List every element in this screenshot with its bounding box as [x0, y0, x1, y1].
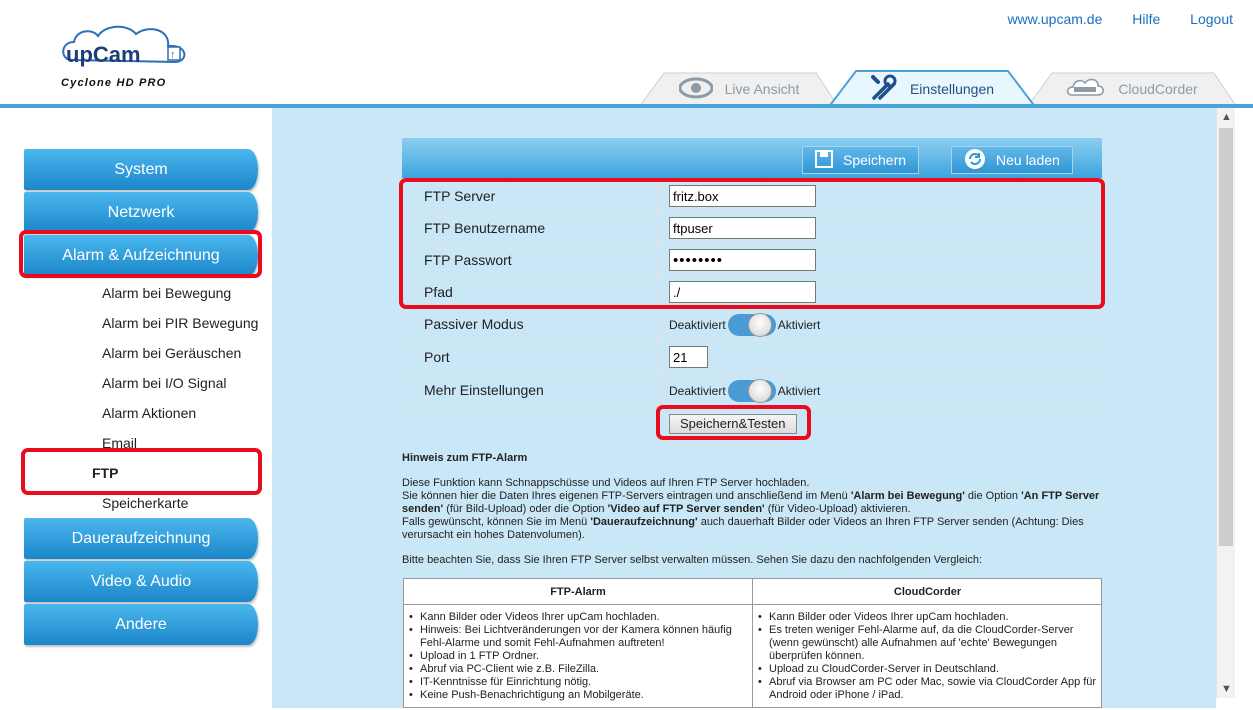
list-item: Upload in 1 FTP Ordner.: [409, 650, 752, 663]
sub-alarm-motion[interactable]: Alarm bei Bewegung: [102, 285, 231, 301]
top-links: www.upcam.de Hilfe Logout: [981, 11, 1233, 27]
logo-text: upCam: [66, 42, 141, 67]
tab-settings[interactable]: Einstellungen: [828, 70, 1036, 108]
tab-live-label: Live Ansicht: [724, 81, 800, 97]
vertical-scrollbar[interactable]: ▲ ▼: [1216, 108, 1235, 698]
hint-paragraph-2: Bitte beachten Sie, dass Sie Ihren FTP S…: [402, 554, 983, 566]
sub-ftp[interactable]: FTP: [92, 465, 118, 481]
hint-text: (für Video-Upload) aktivieren.: [764, 503, 911, 515]
tab-live-view[interactable]: Live Ansicht: [640, 72, 838, 106]
sub-sdcard[interactable]: Speicherkarte: [102, 495, 188, 511]
ftp-alarm-list: Kann Bilder oder Videos Ihrer upCam hoch…: [404, 611, 752, 702]
list-item: Kann Bilder oder Videos Ihrer upCam hoch…: [758, 611, 1101, 624]
save-button[interactable]: Speichern: [802, 146, 920, 174]
sub-email[interactable]: Email: [102, 435, 137, 451]
link-help[interactable]: Hilfe: [1132, 11, 1160, 27]
hint-section: Hinweis zum FTP-Alarm Diese Funktion kan…: [402, 452, 1102, 579]
menu-video-audio[interactable]: Video & Audio: [24, 561, 258, 602]
sub-alarm-sound[interactable]: Alarm bei Geräuschen: [102, 345, 241, 361]
form-bg-spacer: [403, 180, 1101, 440]
scroll-thumb[interactable]: [1219, 128, 1233, 546]
menu-other[interactable]: Andere: [24, 604, 258, 645]
menu-alarm-recording[interactable]: Alarm & Aufzeichnung: [24, 235, 258, 276]
hint-text: die Option: [964, 490, 1022, 502]
link-upcam[interactable]: www.upcam.de: [1007, 11, 1102, 27]
list-item: Abruf via Browser am PC oder Mac, sowie …: [758, 676, 1101, 702]
eye-icon: [678, 77, 714, 102]
list-item: Hinweis: Bei Lichtveränderungen vor der …: [409, 624, 752, 650]
save-label: Speichern: [843, 152, 907, 168]
cloudcorder-header: CloudCorder: [753, 579, 1101, 605]
header: upCam ↑ Cyclone HD PRO www.upcam.de Hilf…: [0, 0, 1253, 108]
list-item: Abruf via PC-Client wie z.B. FileZilla.: [409, 663, 752, 676]
hint-text: (für Bild-Upload) oder die Option: [443, 503, 608, 515]
cloudcorder-column: CloudCorder Kann Bilder oder Videos Ihre…: [753, 579, 1101, 707]
scroll-up-arrow-icon[interactable]: ▲: [1217, 108, 1236, 126]
hint-text: Sie können hier die Daten Ihres eigenen …: [402, 490, 851, 502]
hint-text: Diese Funktion kann Schnappschüsse und V…: [402, 477, 810, 489]
scroll-down-arrow-icon[interactable]: ▼: [1217, 680, 1236, 698]
floppy-icon: [815, 149, 833, 171]
menu-network[interactable]: Netzwerk: [24, 192, 258, 233]
logo-subtitle: Cyclone HD PRO: [61, 77, 166, 89]
tab-cloudcorder-label: CloudCorder: [1118, 81, 1198, 97]
menu-system[interactable]: System: [24, 149, 258, 190]
ftp-alarm-header: FTP-Alarm: [404, 579, 752, 605]
hint-title: Hinweis zum FTP-Alarm: [402, 452, 528, 464]
ftp-alarm-column: FTP-Alarm Kann Bilder oder Videos Ihrer …: [404, 579, 753, 707]
list-item: Upload zu CloudCorder-Server in Deutschl…: [758, 663, 1101, 676]
hint-bold: 'Alarm bei Bewegung': [850, 490, 965, 502]
comparison-table: FTP-Alarm Kann Bilder oder Videos Ihrer …: [403, 578, 1102, 708]
svg-text:↑: ↑: [170, 49, 176, 61]
tab-settings-label: Einstellungen: [909, 81, 995, 97]
list-item: IT-Kenntnisse für Einrichtung nötig.: [409, 676, 752, 689]
hint-paragraph-1: Diese Funktion kann Schnappschüsse und V…: [402, 477, 1102, 542]
list-item-text: Abruf via PC-Client wie z.B. FileZilla.: [420, 663, 600, 675]
reload-button[interactable]: Neu laden: [951, 146, 1073, 174]
cloudcorder-list: Kann Bilder oder Videos Ihrer upCam hoch…: [753, 611, 1101, 702]
refresh-icon: [964, 148, 986, 173]
sub-alarm-pir[interactable]: Alarm bei PIR Bewegung: [102, 315, 258, 331]
hint-text: Falls gewünscht, können Sie im Menü: [402, 516, 591, 528]
list-item: Es treten weniger Fehl-Alarme auf, da di…: [758, 624, 1101, 663]
hint-bold: 'Daueraufzeichnung': [590, 516, 698, 528]
sub-alarm-io[interactable]: Alarm bei I/O Signal: [102, 375, 227, 391]
list-item: Keine Push-Benachrichtigung an Mobilgerä…: [409, 689, 752, 702]
tools-icon: [870, 74, 898, 105]
menu-continuous-recording[interactable]: Daueraufzeichnung: [24, 518, 258, 559]
reload-label: Neu laden: [996, 152, 1060, 168]
toolbar: Speichern Neu laden: [402, 138, 1102, 178]
cloudcorder-icon: [1066, 77, 1106, 102]
tab-cloudcorder[interactable]: CloudCorder: [1028, 72, 1236, 106]
upcam-logo: upCam ↑ Cyclone HD PRO: [58, 20, 208, 95]
sub-alarm-actions[interactable]: Alarm Aktionen: [102, 405, 196, 421]
list-item: Kann Bilder oder Videos Ihrer upCam hoch…: [409, 611, 752, 624]
hint-bold: 'Video auf FTP Server senden': [607, 503, 765, 515]
link-logout[interactable]: Logout: [1190, 11, 1233, 27]
